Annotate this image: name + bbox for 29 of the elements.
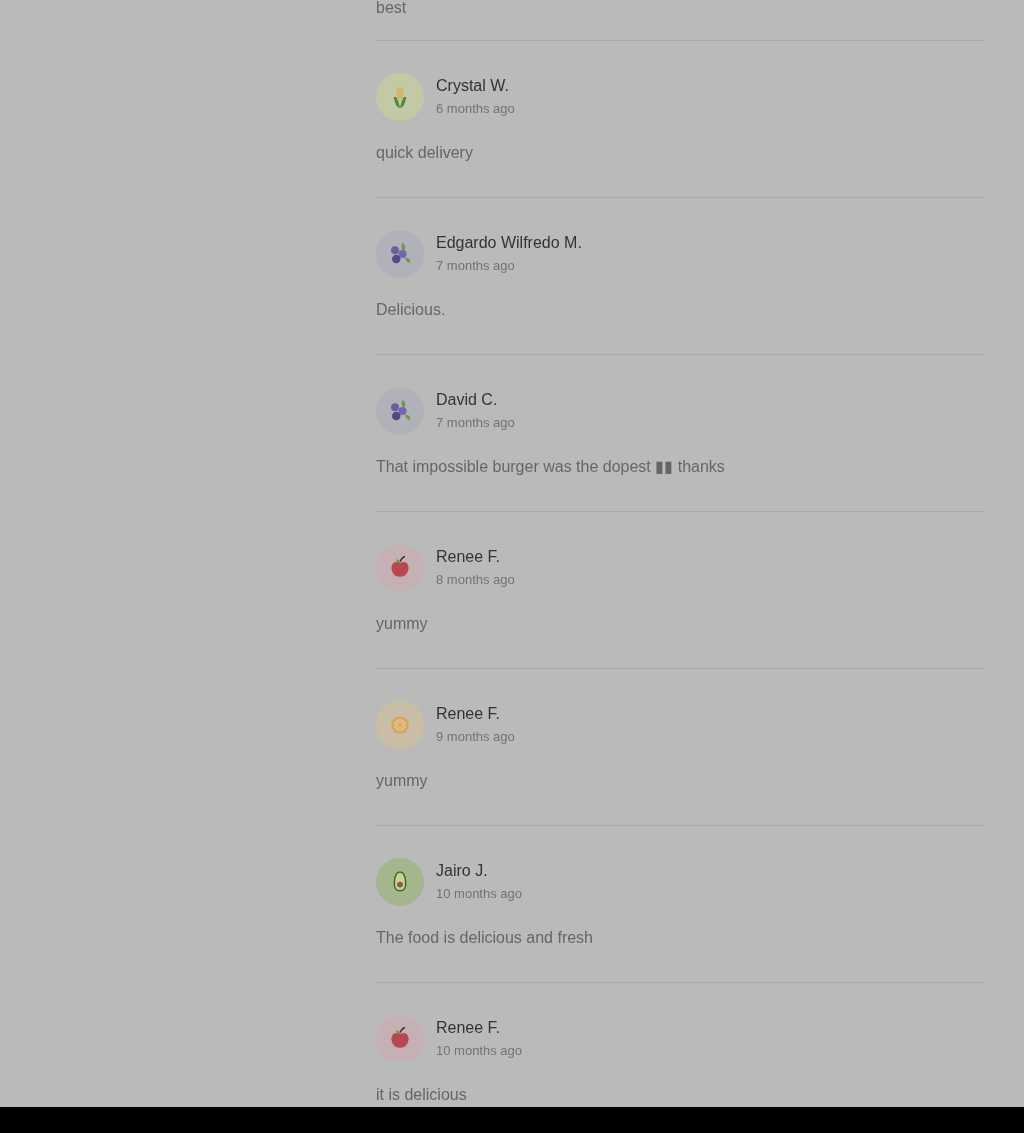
- avatar-icon: [376, 858, 424, 906]
- review-time: 7 months ago: [436, 414, 515, 432]
- reviewer-name: Renee F.: [436, 1018, 502, 1038]
- reviewer-name: Jairo J.: [436, 861, 489, 881]
- review-time: 6 months ago: [436, 100, 515, 118]
- review-text: yummy: [376, 614, 429, 634]
- avatar-icon: [376, 387, 424, 435]
- avatar-icon: [376, 73, 424, 121]
- review-text: it is delicious: [376, 1085, 468, 1105]
- reviewer-name: Renee F.: [436, 547, 502, 567]
- review-text: quick delivery: [376, 143, 474, 163]
- review-time: 9 months ago: [436, 728, 515, 746]
- review-text: The food is delicious and fresh: [376, 928, 594, 948]
- review-text: That impossible burger was the dopest ▮▮ thanks: [376, 457, 726, 477]
- review-time: 7 months ago: [436, 257, 516, 275]
- review-text: Delicious.: [376, 300, 447, 320]
- reviewer-name: Edgardo Wilfredo M.: [436, 233, 582, 253]
- avatar-icon: [376, 701, 424, 749]
- review-text: yummy: [376, 771, 429, 791]
- review-text: best: [376, 0, 408, 16]
- review-time: 10 months ago: [436, 1042, 522, 1060]
- review-time: 10 months ago: [436, 885, 522, 903]
- avatar-icon: [376, 1015, 424, 1063]
- review-time: 8 months ago: [436, 571, 515, 589]
- avatar-icon: [376, 544, 424, 592]
- reviewer-name: David C.: [436, 390, 499, 410]
- reviewer-name: Renee F.: [436, 704, 502, 724]
- reviewer-name: Crystal W.: [436, 76, 510, 96]
- avatar-icon: [376, 230, 424, 278]
